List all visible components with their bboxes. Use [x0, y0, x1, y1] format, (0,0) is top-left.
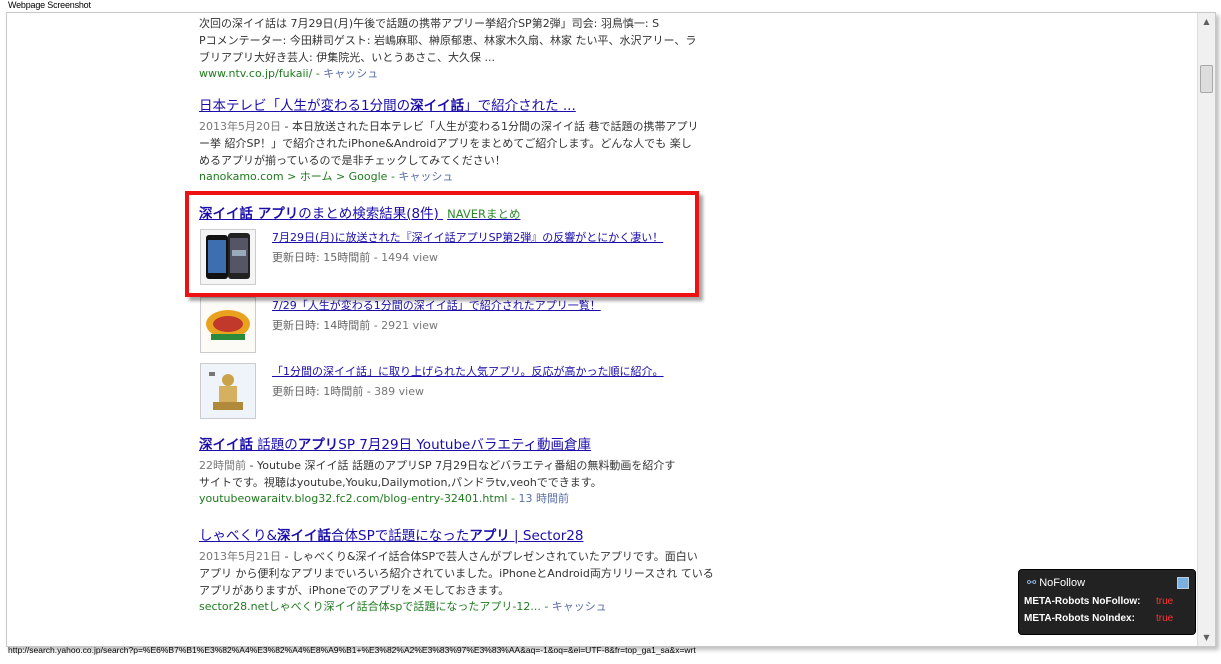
- status-bar-url: http://search.yahoo.co.jp/search?p=%E6%B…: [8, 645, 696, 655]
- nofollow-row: META-Robots NoFollow: true: [1024, 596, 1173, 607]
- updated-time: 更新日時: 1時間前: [272, 385, 364, 398]
- url-text: nanokamo.com > ホーム > Google: [199, 170, 388, 183]
- naver-item-2: 「1分間の深イイ話」に取り上げられた人気アプリ。反応が高かった順に紹介。 更新日…: [200, 363, 720, 423]
- search-results: 次回の深イイ話は 7月29日(月)午後で話題の携帯アプリー挙紹介SP第2弾」司会…: [7, 13, 1197, 646]
- nofollow-extension-panel: ⚯ NoFollow META-Robots NoFollow: true MET…: [1018, 569, 1196, 635]
- view-count: 2921 view: [381, 319, 438, 332]
- minimize-toggle-icon[interactable]: [1177, 577, 1189, 589]
- snippet-line: アプリがありますが、iPhoneでのアプリをメモしておきます。: [199, 584, 510, 597]
- title-part: 合体SPで話題になった: [331, 528, 470, 544]
- search-result-4: しゃべくり&深イイ話合体SPで話題になったアプリ | Sector28 2013…: [199, 527, 719, 614]
- title-highlight: アプリ: [469, 528, 510, 544]
- statue-thumbnail[interactable]: [200, 363, 256, 419]
- snippet-line: アプリ から便利なアプリまでいろいろ紹介されていました。iPhoneとAndro…: [199, 567, 714, 580]
- view-count: 389 view: [374, 385, 424, 398]
- result-date: 2013年5月20日: [199, 120, 281, 133]
- link-chain-icon: ⚯: [1027, 577, 1037, 589]
- result-title-link[interactable]: しゃべくり&深イイ話合体SPで話題になったアプリ | Sector28: [199, 527, 719, 545]
- cache-link[interactable]: キャッシュ: [552, 600, 607, 613]
- search-result-3: 深イイ話 話題のアプリSP 7月29日 Youtubeバラエティ動画倉庫 22時…: [199, 436, 719, 506]
- result-date: 2013年5月21日: [199, 550, 281, 563]
- result-url: nanokamo.com > ホーム > Google - キャッシュ: [199, 170, 454, 183]
- naver-item-meta: 更新日時: 1時間前 - 389 view: [272, 385, 424, 398]
- result-title-link[interactable]: 深イイ話 話題のアプリSP 7月29日 Youtubeバラエティ動画倉庫: [199, 436, 719, 454]
- result-url: www.ntv.co.jp/fukaii/ - キャッシュ: [199, 67, 379, 80]
- naver-item-meta: 更新日時: 14時間前 - 2921 view: [272, 319, 438, 332]
- url-text: sector28.netしゃべくり深イイ話合体spで話題になったアプリ-12..…: [199, 600, 541, 613]
- scroll-thumb[interactable]: [1200, 65, 1213, 93]
- row-label: META-Robots NoFollow:: [1024, 596, 1141, 607]
- snippet-line: ー挙 紹介SP！」で紹介されたiPhone&Androidアプリをまとめてご紹介…: [199, 137, 692, 150]
- search-result-0: 次回の深イイ話は 7月29日(月)午後で話題の携帯アプリー挙紹介SP第2弾」司会…: [199, 15, 719, 81]
- naver-item-1: 7/29「人生が変わる1分間の深イイ話」で紹介されたアプリ一覧！ 更新日時: 1…: [200, 297, 720, 357]
- noindex-row: META-Robots NoIndex: true: [1024, 613, 1173, 624]
- title-part: SP 7月29日 Youtubeバラエティ動画倉庫: [338, 437, 592, 453]
- snippet-line: Youtube 深イイ話 話題のアプリSP 7月29日などバラエティ番組の無料動…: [256, 459, 676, 472]
- result-url: youtubeowaraitv.blog32.fc2.com/blog-entr…: [199, 492, 569, 505]
- title-part: | Sector28: [509, 528, 584, 544]
- title-part: しゃべくり&: [199, 528, 278, 544]
- search-result-1: 日本テレビ「人生が変わる1分間の深イイ話」で紹介された ... 2013年5月2…: [199, 97, 719, 184]
- url-text: youtubeowaraitv.blog32.fc2.com/blog-entr…: [199, 492, 508, 505]
- result-snippet: 次回の深イイ話は 7月29日(月)午後で話題の携帯アプリー挙紹介SP第2弾」司会…: [199, 15, 719, 66]
- snippet-line: めるアプリが揃っているので是非チェックしてみてください！: [199, 154, 506, 167]
- red-highlight-box: [185, 191, 699, 297]
- result-snippet: 2013年5月21日 - しゃべくり&深イイ話合体SPで芸人さんがプレゼンされて…: [199, 548, 719, 599]
- cache-link[interactable]: 13 時間前: [518, 492, 569, 505]
- result-snippet: 22時間前 - Youtube 深イイ話 話題のアプリSP 7月29日などバラエ…: [199, 457, 719, 491]
- naver-item-link[interactable]: 7/29「人生が変わる1分間の深イイ話」で紹介されたアプリ一覧！: [272, 297, 601, 313]
- snippet-line: 次回の深イイ話は 7月29日(月)午後で話題の携帯アプリー挙紹介SP第2弾」司会…: [199, 17, 660, 30]
- snippet-line: しゃべくり&深イイ話合体SPで芸人さんがプレゼンされていたアプリです。面白い: [291, 550, 698, 563]
- scroll-down-arrow-icon[interactable]: ▼: [1198, 629, 1215, 646]
- nofollow-header: ⚯ NoFollow: [1027, 576, 1085, 589]
- snippet-line: 本日放送された日本テレビ「人生が変わる1分間の深イイ話 巷で話題の携帯アプリ: [291, 120, 699, 133]
- cache-link[interactable]: キャッシュ: [398, 170, 453, 183]
- row-value: true: [1156, 596, 1174, 607]
- row-label: META-Robots NoIndex:: [1024, 613, 1135, 624]
- updated-time: 更新日時: 14時間前: [272, 319, 371, 332]
- title-highlight: 深イイ話: [199, 437, 253, 453]
- snippet-line: Pコメンテーター: 今田耕司ゲスト: 岩嶋麻耶、榊原郁恵、林家木久扇、林家 たい…: [199, 34, 697, 47]
- title-part: 話題の: [253, 437, 298, 453]
- url-text: www.ntv.co.jp/fukaii/: [199, 67, 313, 80]
- result-date: 22時間前: [199, 459, 246, 472]
- title-part: 」で紹介された ...: [464, 98, 576, 114]
- title-highlight: 深イイ話: [277, 528, 332, 544]
- title-part: 日本テレビ「人生が変わる1分間の: [199, 98, 411, 114]
- nofollow-title: NoFollow: [1039, 577, 1086, 589]
- result-url: sector28.netしゃべくり深イイ話合体spで話題になったアプリ-12..…: [199, 600, 607, 613]
- window-title: Webpage Screenshot: [8, 0, 91, 10]
- vertical-scrollbar[interactable]: ▲ ▼: [1197, 13, 1215, 646]
- result-snippet: 2013年5月20日 - 本日放送された日本テレビ「人生が変わる1分間の深イイ話…: [199, 118, 719, 169]
- snippet-line: ブリアプリ大好き芸人: 伊集院光、いとうあさこ、大久保 ...: [199, 51, 495, 64]
- row-value: true: [1156, 613, 1174, 624]
- show-logo-thumbnail[interactable]: [200, 297, 256, 353]
- title-highlight: 深イイ話: [410, 98, 465, 114]
- title-highlight: アプリ: [297, 437, 339, 453]
- cache-link[interactable]: キャッシュ: [323, 67, 378, 80]
- snippet-line: サイトです。視聴はyoutube,Youku,Dailymotion,パンドラt…: [199, 476, 602, 489]
- result-title-link[interactable]: 日本テレビ「人生が変わる1分間の深イイ話」で紹介された ...: [199, 97, 719, 115]
- naver-item-link[interactable]: 「1分間の深イイ話」に取り上げられた人気アプリ。反応が高かった順に紹介。: [272, 363, 664, 379]
- browser-viewport: 次回の深イイ話は 7月29日(月)午後で話題の携帯アプリー挙紹介SP第2弾」司会…: [6, 12, 1216, 647]
- scroll-up-arrow-icon[interactable]: ▲: [1198, 13, 1215, 30]
